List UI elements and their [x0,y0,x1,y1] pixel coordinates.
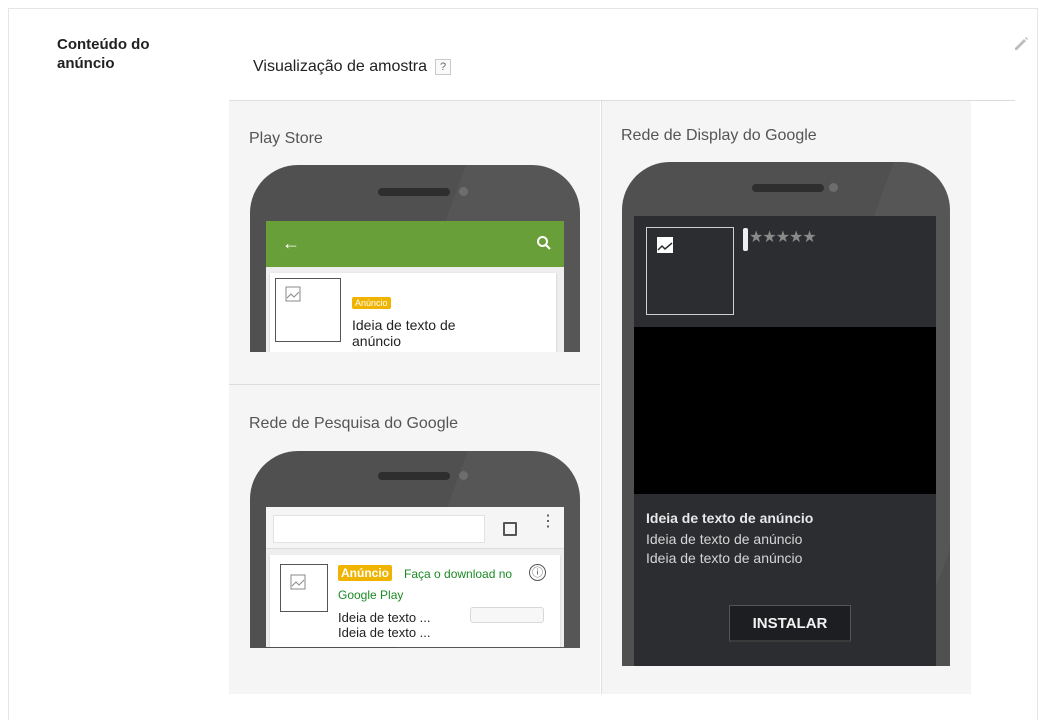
broken-image-icon [285,286,301,302]
phone-speaker [378,188,450,196]
phone-camera [459,187,468,196]
display-network-label: Rede de Display do Google [621,127,817,144]
info-icon[interactable]: ⓘ [529,564,546,581]
media-area [634,327,936,494]
search-phone: ⋮ Anúncio Faça o download no Google Play… [250,451,580,648]
ad-display-url-cont: Google Play [338,588,404,602]
ad-text: Ideia de texto de anúncio [352,317,456,349]
preview-heading: Visualização de amostra ? [253,58,452,76]
broken-image-icon [657,237,673,253]
ad-card[interactable]: Anúncio Ideia de texto de anúncio [270,273,556,352]
ad-badge: Anúncio [338,565,392,581]
text-cursor [743,228,748,251]
browser-bar: ⋮ [266,507,564,549]
ad-text-line: Ideia de texto ... [338,625,431,640]
ad-text-line: Ideia de texto de anúncio [646,550,803,566]
phone-speaker [752,184,824,192]
search-icon[interactable] [536,235,552,251]
back-arrow-icon[interactable]: ← [282,233,300,254]
help-icon[interactable]: ? [435,59,452,75]
broken-image-icon [290,574,306,590]
pencil-icon[interactable] [1012,34,1030,52]
search-input[interactable] [273,515,485,543]
section-title: Conteúdo do anúncio [57,36,150,72]
divider [229,384,600,385]
search-screen: ⋮ Anúncio Faça o download no Google Play… [266,507,564,647]
phone-speaker [378,472,450,480]
image-placeholder-icon [280,564,328,612]
display-screen: ★★★★★ Ideia de texto de anúncio Ideia de… [634,216,936,666]
preview-heading-text: Visualização de amostra [253,58,428,75]
ad-card[interactable]: Anúncio Faça o download no Google Play ⓘ… [270,555,560,647]
install-button[interactable]: INSTALAR [729,605,851,642]
rating-stars: ★★★★★ [749,229,817,246]
play-store-label: Play Store [249,130,323,147]
ad-badge: Anúncio [352,297,391,309]
ad-text-line: Ideia de texto ... [338,610,431,625]
menu-icon[interactable]: ⋮ [540,514,556,530]
play-store-phone: ← Anúncio Ideia de texto de anúncio [250,165,580,352]
play-store-app-bar: ← [266,221,564,267]
ad-text-line: Ideia de texto de anúncio [646,531,803,547]
display-phone: ★★★★★ Ideia de texto de anúncio Ideia de… [622,162,950,666]
search-network-label: Rede de Pesquisa do Google [249,415,459,432]
phone-camera [829,183,838,192]
install-button[interactable] [470,607,544,623]
phone-camera [459,471,468,480]
play-store-screen: ← Anúncio Ideia de texto de anúncio [266,221,564,352]
image-placeholder-icon [275,278,341,342]
ad-title: Ideia de texto de anúncio [646,510,814,526]
app-icon-placeholder [646,227,734,315]
ad-display-url: Faça o download no [404,567,513,581]
tabs-icon[interactable] [503,522,517,536]
